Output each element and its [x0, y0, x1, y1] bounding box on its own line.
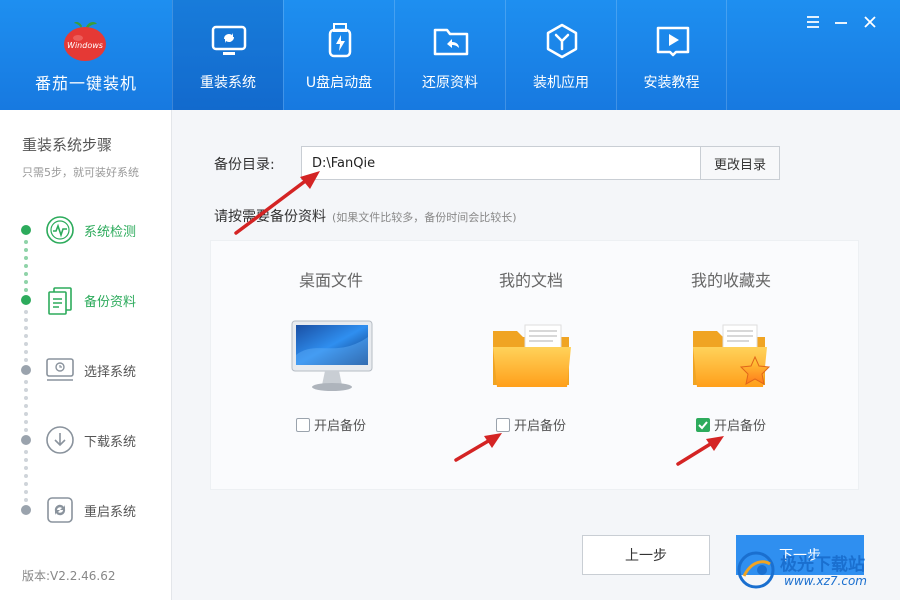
- card-title: 我的文档: [498, 271, 563, 290]
- card-title: 桌面文件: [298, 271, 363, 290]
- connector-dot: [24, 482, 28, 486]
- step-label: 系统检测: [84, 225, 137, 240]
- connector-dot: [24, 256, 28, 260]
- watermark-text: 极光下载站: [780, 555, 865, 575]
- folder-documents-icon: [493, 324, 571, 387]
- checkbox-label: 开启备份: [513, 419, 566, 434]
- backup-favorites-checkbox[interactable]: 开启备份: [631, 415, 831, 434]
- connector-dot: [24, 334, 28, 338]
- main-content: 备份目录: 更改目录 请按需要备份资料 (如果文件比较多，备份时间会比较长) 桌面…: [172, 110, 900, 600]
- backup-documents-checkbox[interactable]: 开启备份: [431, 415, 631, 434]
- connector-dot: [24, 466, 28, 470]
- step-status-dot: [21, 505, 31, 515]
- video-book-icon: [656, 26, 690, 57]
- steps-subtitle: 只需5步，就可装好系统: [22, 166, 139, 179]
- connector-dot: [24, 272, 28, 276]
- choose-system-icon: [46, 358, 74, 381]
- app-name: 番茄一键装机: [34, 74, 137, 93]
- checkbox-label: 开启备份: [713, 419, 766, 434]
- restart-icon: [47, 497, 73, 523]
- main-nav: 重装系统 U盘启动盘 还原资料 装机应用 安装教程: [172, 0, 727, 110]
- steps-sidebar: 重装系统步骤 只需5步，就可装好系统 系统检测 备份资料 选择系统 下载系统 重…: [0, 110, 172, 600]
- step-download-system[interactable]: 下载系统: [0, 420, 172, 460]
- step-label: 下载系统: [84, 435, 137, 450]
- backup-files-icon: [48, 287, 72, 315]
- desktop-monitor-icon: [291, 320, 373, 391]
- version-text: 版本:V2.2.46.62: [22, 569, 116, 583]
- backup-options-panel: 桌面文件 开启备份 我的文档 开启备份 我的收藏夹 开启备份: [210, 240, 859, 490]
- restore-folder-icon: [433, 28, 469, 56]
- backup-prompt-text: 请按需要备份资料: [214, 209, 326, 225]
- watermark-url: www.xz7.com: [784, 574, 867, 588]
- nav-tab-reinstall[interactable]: 重装系统: [172, 0, 283, 110]
- step-status-dot: [21, 365, 31, 375]
- step-label: 备份资料: [84, 295, 137, 310]
- backup-card-desktop: 桌面文件 开启备份: [231, 241, 431, 491]
- step-backup[interactable]: 备份资料: [0, 280, 172, 320]
- nav-label: 安装教程: [643, 75, 700, 91]
- watermark-logo-icon: [737, 551, 775, 589]
- close-icon[interactable]: [860, 12, 880, 32]
- tomato-logo-icon: Windows: [64, 22, 106, 61]
- nav-tab-apps[interactable]: 装机应用: [505, 0, 616, 110]
- app-hexagon-icon: [546, 23, 578, 59]
- backup-card-documents: 我的文档 开启备份: [431, 241, 631, 491]
- connector-dot: [24, 404, 28, 408]
- backup-prompt: 请按需要备份资料 (如果文件比较多，备份时间会比较长): [214, 206, 517, 226]
- download-circle-icon: [46, 426, 74, 454]
- nav-label: U盘启动盘: [305, 75, 373, 91]
- step-label: 选择系统: [84, 365, 137, 380]
- nav-tab-usb[interactable]: U盘启动盘: [283, 0, 394, 110]
- brand: Windows 番茄一键装机: [0, 0, 172, 110]
- step-choose-system[interactable]: 选择系统: [0, 350, 172, 390]
- app-header: Windows 番茄一键装机 重装系统 U盘启动盘 还原资料 装机应用 安装教程: [0, 0, 900, 110]
- card-title: 我的收藏夹: [690, 271, 771, 290]
- previous-step-button[interactable]: 上一步: [582, 535, 710, 575]
- nav-label: 装机应用: [533, 75, 589, 91]
- connector-dot: [24, 396, 28, 400]
- checkbox[interactable]: [295, 417, 310, 432]
- watermark: 极光下载站 www.xz7.com: [734, 548, 894, 594]
- step-restart-system[interactable]: 重启系统: [0, 490, 172, 530]
- nav-label: 重装系统: [200, 75, 256, 91]
- step-status-dot: [21, 225, 31, 235]
- step-label: 重启系统: [84, 505, 137, 520]
- connector-dot: [24, 326, 28, 330]
- backup-card-favorites: 我的收藏夹 开启备份: [631, 241, 831, 491]
- backup-dir-input[interactable]: [301, 146, 701, 180]
- checkbox-label: 开启备份: [313, 419, 366, 434]
- monitor-refresh-icon: [211, 25, 247, 55]
- step-status-dot: [21, 295, 31, 305]
- nav-tab-restore[interactable]: 还原资料: [394, 0, 505, 110]
- steps-title: 重装系统步骤: [22, 136, 113, 154]
- backup-prompt-note: (如果文件比较多，备份时间会比较长): [332, 211, 517, 224]
- connector-dot: [24, 264, 28, 268]
- checkbox-checked[interactable]: [695, 417, 710, 432]
- logo-text: Windows: [67, 41, 103, 50]
- menu-icon[interactable]: [803, 12, 823, 32]
- nav-label: 还原资料: [422, 75, 478, 91]
- system-check-icon: [46, 216, 74, 244]
- checkmark-icon: [698, 420, 708, 429]
- nav-tab-tutorial[interactable]: 安装教程: [616, 0, 727, 110]
- connector-dot: [24, 342, 28, 346]
- minimize-icon[interactable]: [831, 12, 851, 32]
- backup-desktop-checkbox[interactable]: 开启备份: [231, 415, 431, 434]
- step-system-check[interactable]: 系统检测: [0, 210, 172, 250]
- change-dir-button[interactable]: 更改目录: [700, 146, 780, 180]
- step-status-dot: [21, 435, 31, 445]
- usb-drive-icon: [328, 23, 352, 58]
- backup-dir-label: 备份目录:: [214, 157, 275, 173]
- checkbox[interactable]: [495, 417, 510, 432]
- connector-dot: [24, 474, 28, 478]
- folder-favorites-icon: [693, 324, 771, 387]
- connector-dot: [24, 412, 28, 416]
